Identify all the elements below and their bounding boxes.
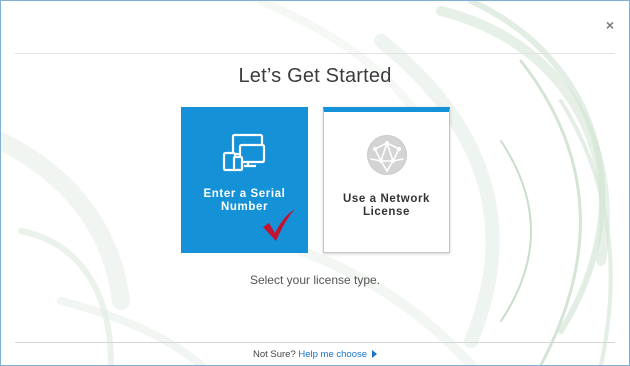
background-art <box>1 1 613 365</box>
option-network-license[interactable]: Use a Network License <box>323 107 450 253</box>
footer-prompt: Not Sure? <box>252 349 296 360</box>
instruction-text: Select your license type. <box>249 273 381 287</box>
header-divider <box>15 53 615 54</box>
help-me-choose-link[interactable]: Help me choose <box>298 349 367 360</box>
devices-icon <box>181 131 308 180</box>
network-globe-icon <box>324 133 449 182</box>
footer-divider <box>15 342 615 343</box>
close-button[interactable]: × <box>603 18 617 32</box>
checkmark-icon <box>261 207 297 248</box>
license-dialog: × Let’s Get Started Enter a Serial Numbe… <box>0 0 630 366</box>
close-icon: × <box>605 17 615 33</box>
page-title: Let’s Get Started <box>238 65 392 87</box>
footer: Not Sure? Help me choose <box>1 349 629 360</box>
option-network-label: Use a Network License <box>342 193 431 218</box>
option-serial-number[interactable]: Enter a Serial Number <box>181 107 308 253</box>
arrow-right-icon[interactable] <box>372 350 378 358</box>
